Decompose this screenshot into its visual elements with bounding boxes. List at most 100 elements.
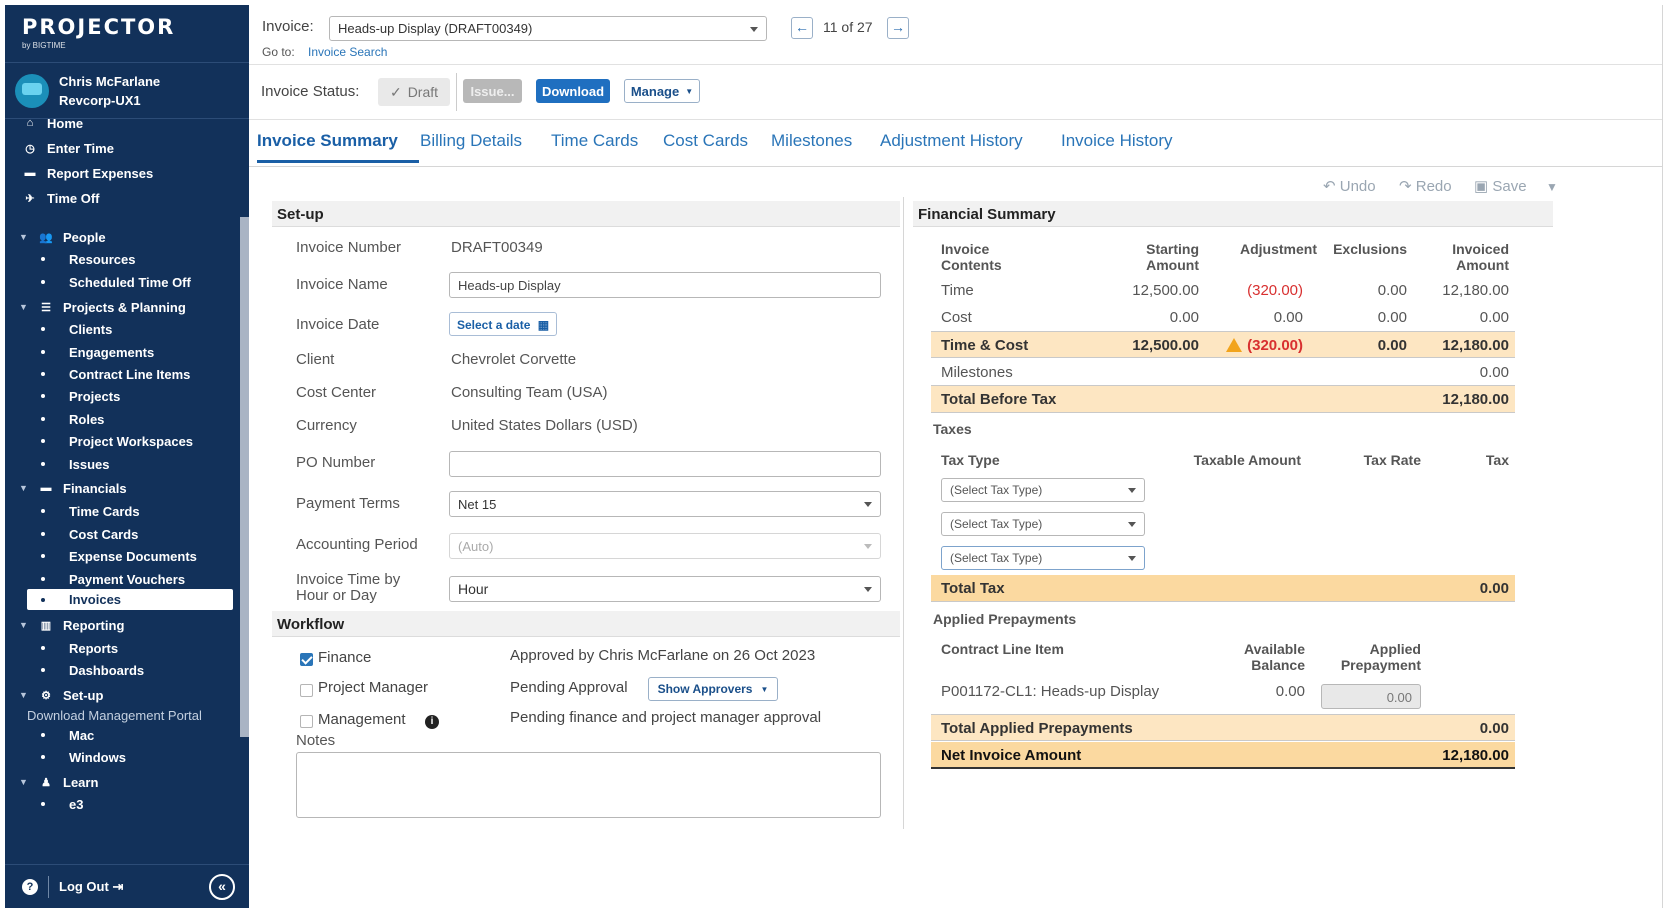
sidebar-group-people[interactable]: ▼ 👥 People: [5, 225, 240, 249]
tax-type-select[interactable]: (Select Tax Type): [941, 478, 1145, 502]
sidebar-item-windows[interactable]: Windows: [5, 745, 240, 769]
sidebar-group-reporting[interactable]: ▼ ▥ Reporting: [5, 613, 240, 637]
sidebar-item-mac[interactable]: Mac: [5, 723, 240, 747]
sidebar-group-projects[interactable]: ▼ ☰ Projects & Planning: [5, 295, 240, 319]
bullet-icon: [41, 509, 45, 513]
bullet-icon: [41, 439, 45, 443]
tab-milestones[interactable]: Milestones: [771, 127, 852, 163]
sidebar-item-home[interactable]: ⌂ Home: [5, 111, 240, 135]
issue-button[interactable]: Issue...: [463, 79, 522, 103]
finance-checkbox[interactable]: [300, 653, 313, 666]
prepay-contract-line-item: P001172-CL1: Heads-up Display: [941, 683, 1160, 700]
po-number-input[interactable]: [449, 451, 881, 477]
sidebar-item-time-cards[interactable]: Time Cards: [5, 499, 240, 523]
next-invoice-button[interactable]: →: [887, 17, 909, 39]
money-icon: ▬: [40, 482, 52, 494]
collapse-sidebar-icon[interactable]: «: [209, 873, 235, 900]
sidebar-item-clients[interactable]: Clients: [5, 317, 240, 341]
brand: PROJECTOR by BIGTIME: [5, 5, 249, 63]
sidebar-item-projects[interactable]: Projects: [5, 384, 240, 408]
select-date-button[interactable]: Select a date ▦: [449, 312, 558, 336]
clock-icon: ◷: [25, 142, 35, 155]
arrow-left-icon: ←: [795, 19, 809, 35]
bullet-icon: [41, 257, 45, 261]
invoice-name-label: Invoice Name: [296, 276, 388, 293]
invoice-select[interactable]: Heads-up Display (DRAFT00349): [329, 16, 767, 41]
row-exclusions: 0.00: [1377, 309, 1407, 326]
row-invoiced: 12,180.00: [1442, 337, 1509, 354]
client-value: Chevrolet Corvette: [451, 351, 577, 368]
sidebar-item-invoices[interactable]: Invoices: [27, 589, 233, 610]
sidebar-item-e3[interactable]: e3: [5, 792, 240, 816]
project-manager-checkbox[interactable]: [300, 684, 313, 697]
tab-cost-cards[interactable]: Cost Cards: [663, 127, 748, 163]
chevron-down-icon: [1128, 556, 1136, 561]
sidebar-item-project-workspaces[interactable]: Project Workspaces: [5, 429, 240, 453]
row-adjustment-cell[interactable]: (320.00): [1199, 337, 1303, 354]
sidebar-group-learn[interactable]: ▼ ♟ Learn: [5, 770, 240, 794]
invoice-select-value: Heads-up Display (DRAFT00349): [338, 21, 533, 36]
sidebar-item-contract-line-items[interactable]: Contract Line Items: [5, 362, 240, 386]
row-adjustment[interactable]: (320.00): [1199, 282, 1303, 299]
row-label: Time: [941, 282, 974, 299]
tab-adjustment-history[interactable]: Adjustment History: [880, 127, 1023, 163]
sidebar-item-time-off[interactable]: ✈ Time Off: [5, 186, 240, 210]
sidebar-item-reports[interactable]: Reports: [5, 636, 240, 660]
sidebar-item-issues[interactable]: Issues: [5, 452, 240, 476]
applied-prepayment-input[interactable]: 0.00: [1321, 684, 1421, 709]
client-label: Client: [296, 351, 335, 368]
col-header-line: Prepayment: [1340, 657, 1421, 673]
invoice-name-input[interactable]: Heads-up Display: [449, 272, 881, 298]
prev-invoice-button[interactable]: ←: [791, 17, 813, 39]
col-header-line: Amount: [1456, 257, 1509, 273]
sidebar-item-dashboards[interactable]: Dashboards: [5, 658, 240, 682]
table-row-total-before-tax: Total Before Tax 12,180.00: [931, 386, 1515, 413]
sidebar-group-financials[interactable]: ▼ ▬ Financials: [5, 476, 240, 500]
chevron-down-icon: [864, 587, 872, 592]
sidebar-item-engagements[interactable]: Engagements: [5, 340, 240, 364]
manage-button[interactable]: Manage ▼: [624, 79, 700, 103]
logout-link[interactable]: Log Out ⇥: [59, 879, 123, 895]
tab-time-cards[interactable]: Time Cards: [551, 127, 638, 163]
bullet-icon: [41, 646, 45, 650]
tab-invoice-summary[interactable]: Invoice Summary: [257, 127, 419, 163]
download-button[interactable]: Download: [536, 79, 610, 103]
divider: [456, 73, 457, 111]
show-approvers-button[interactable]: Show Approvers ▼: [648, 677, 778, 701]
sidebar-item-cost-cards[interactable]: Cost Cards: [5, 522, 240, 546]
sidebar-item-payment-vouchers[interactable]: Payment Vouchers: [5, 567, 240, 591]
notes-textarea[interactable]: [296, 752, 881, 818]
redo-button[interactable]: ↷ Redo: [1399, 177, 1452, 195]
status-badge: ✓ Draft: [378, 78, 450, 106]
invoice-search-link[interactable]: Invoice Search: [308, 45, 387, 59]
chevron-down-icon: ▼: [760, 684, 769, 694]
sidebar-item-scheduled-time-off[interactable]: Scheduled Time Off: [5, 270, 240, 294]
sidebar-item-roles[interactable]: Roles: [5, 407, 240, 431]
sidebar-item-expense-documents[interactable]: Expense Documents: [5, 544, 240, 568]
tax-type-select[interactable]: (Select Tax Type): [941, 512, 1145, 536]
row-adjustment: 0.00: [1273, 309, 1303, 326]
brand-logo[interactable]: PROJECTOR: [22, 15, 249, 39]
accounting-period-select[interactable]: (Auto): [449, 533, 881, 559]
time-by-select[interactable]: Hour: [449, 576, 881, 602]
sidebar-item-report-expenses[interactable]: ▬ Report Expenses: [5, 161, 240, 185]
tab-billing-details[interactable]: Billing Details: [420, 127, 522, 163]
tax-type-select[interactable]: (Select Tax Type): [941, 546, 1145, 570]
table-row-milestones: Milestones 0.00: [931, 359, 1515, 386]
undo-button[interactable]: ↶ Undo: [1323, 177, 1376, 195]
management-checkbox[interactable]: [300, 715, 313, 728]
sidebar-scrollbar[interactable]: [240, 217, 249, 737]
info-icon[interactable]: i: [425, 715, 439, 729]
learn-icon: ♟: [41, 776, 51, 789]
sidebar-item-resources[interactable]: Resources: [5, 247, 240, 271]
save-options-chevron-down-icon[interactable]: ▼: [1546, 180, 1558, 194]
save-button[interactable]: ▣ Save: [1474, 177, 1527, 195]
tab-invoice-history[interactable]: Invoice History: [1061, 127, 1172, 163]
divider: [48, 875, 49, 898]
sidebar-item-enter-time[interactable]: ◷ Enter Time: [5, 136, 240, 160]
payment-terms-select[interactable]: Net 15: [449, 491, 881, 517]
finance-label: Finance: [318, 649, 372, 666]
table-row-net-invoice: Net Invoice Amount 12,180.00: [931, 742, 1515, 769]
row-label: Time & Cost: [941, 337, 1029, 354]
help-icon[interactable]: ?: [22, 878, 38, 895]
